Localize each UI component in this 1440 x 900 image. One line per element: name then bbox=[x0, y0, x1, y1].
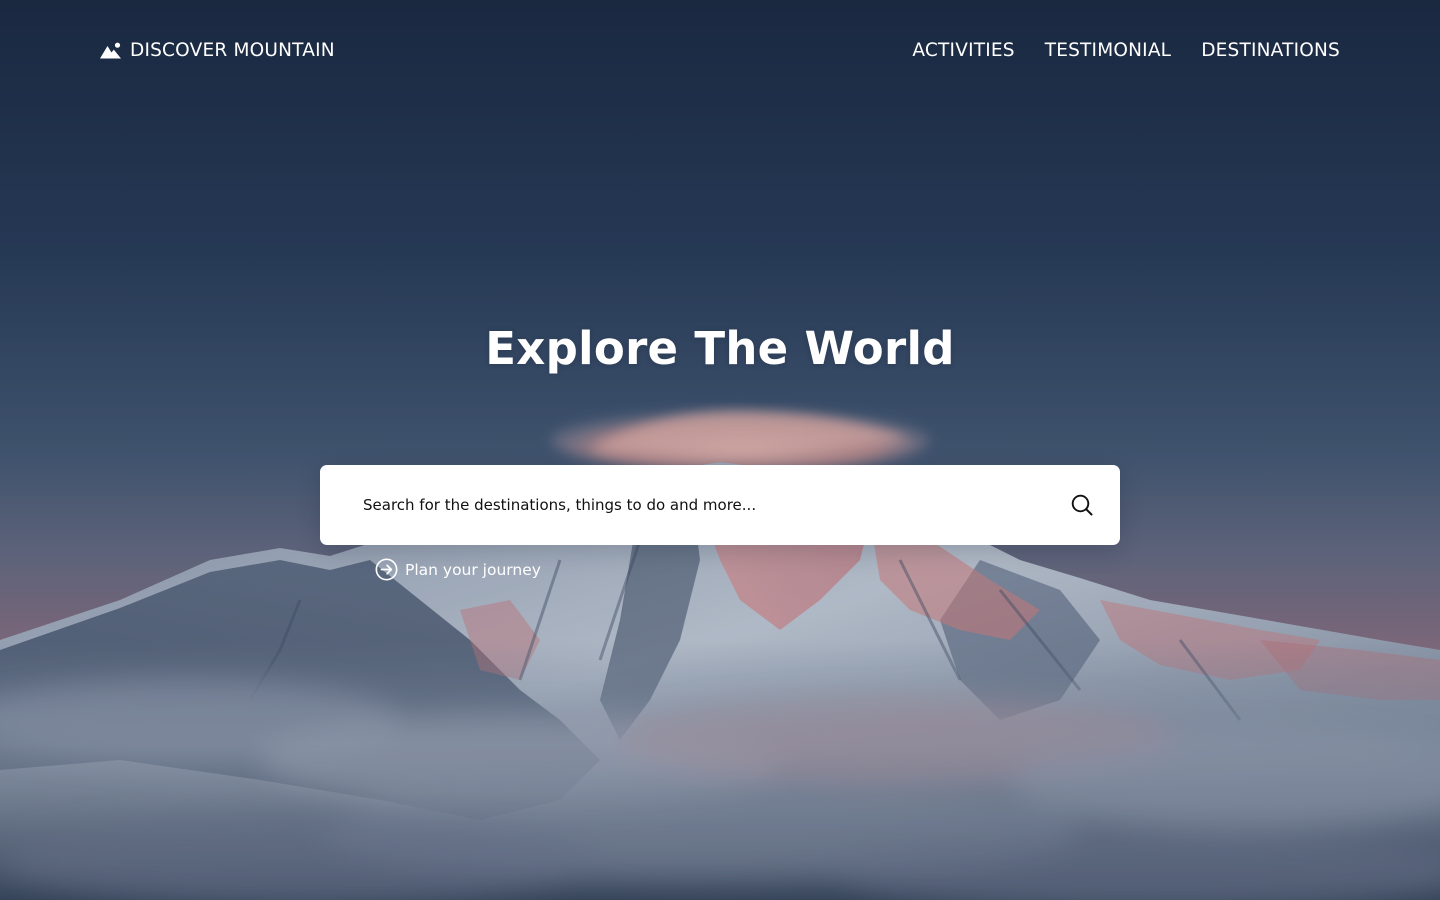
nav-link-activities[interactable]: ACTIVITIES bbox=[912, 40, 1014, 61]
main-nav: ACTIVITIES TESTIMONIAL DESTINATIONS bbox=[912, 40, 1340, 61]
plan-journey-link[interactable]: Plan your journey bbox=[375, 558, 541, 581]
search-button[interactable] bbox=[1068, 491, 1096, 519]
hero-background-image bbox=[0, 0, 1440, 900]
brand-logo-link[interactable]: DISCOVER MOUNTAIN bbox=[100, 40, 335, 61]
search-icon bbox=[1071, 494, 1093, 516]
arrow-circle-right-icon bbox=[375, 558, 398, 581]
site-header: DISCOVER MOUNTAIN ACTIVITIES TESTIMONIAL… bbox=[0, 0, 1440, 104]
brand-name: DISCOVER MOUNTAIN bbox=[130, 40, 335, 61]
plan-journey-label: Plan your journey bbox=[405, 560, 541, 579]
mountain-icon bbox=[100, 42, 121, 59]
hero-title: Explore The World bbox=[485, 322, 955, 375]
search-bar bbox=[320, 465, 1120, 545]
nav-link-testimonial[interactable]: TESTIMONIAL bbox=[1045, 40, 1171, 61]
search-input[interactable] bbox=[363, 496, 1068, 514]
nav-link-destinations[interactable]: DESTINATIONS bbox=[1201, 40, 1340, 61]
